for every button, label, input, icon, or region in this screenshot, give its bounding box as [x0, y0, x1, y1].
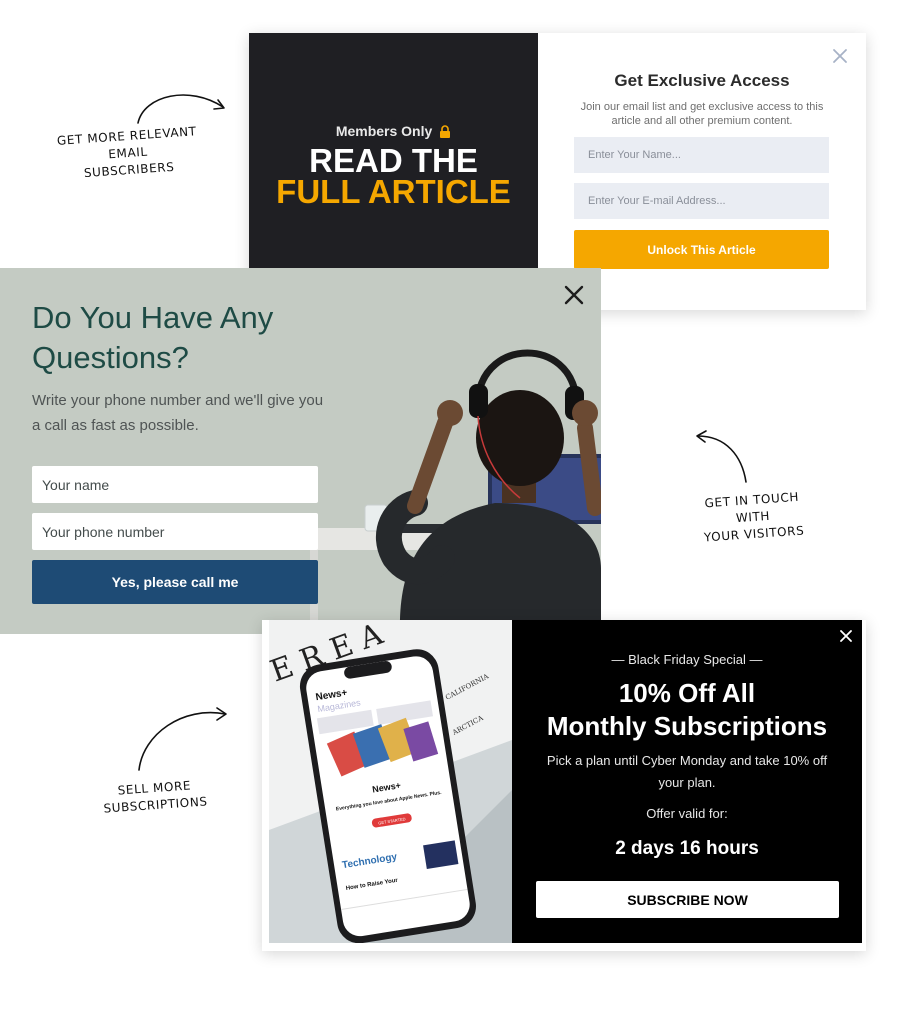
arrow-to-black-friday-popup-icon — [138, 707, 227, 771]
black-friday-panel: — Black Friday Special — 10% Off All Mon… — [512, 620, 862, 943]
phone-news-photo: E R E A CALIFORNIA ARCTICA News+ Magazin… — [269, 620, 512, 943]
offer-valid-label: Offer valid for: — [646, 806, 728, 821]
popup-title: Get Exclusive Access — [614, 71, 790, 90]
black-friday-kicker: — Black Friday Special — — [611, 652, 763, 667]
headline-full-article: FULL ARTICLE — [276, 173, 511, 210]
lock-icon — [440, 125, 451, 138]
subscribe-now-button[interactable]: SUBSCRIBE NOW — [536, 881, 839, 918]
phone-input[interactable] — [32, 513, 318, 550]
offer-headline-line2: Monthly Subscriptions — [546, 711, 828, 741]
annotation-get-in-touch: Get in touch with your visitors — [703, 489, 805, 545]
arrow-to-questions-popup-icon — [696, 430, 747, 483]
arrow-to-exclusive-popup-icon — [137, 94, 225, 124]
name-input[interactable] — [32, 466, 318, 503]
members-only-text: Members Only — [335, 123, 433, 139]
close-icon[interactable] — [563, 284, 585, 306]
countdown-timer: 2 days 16 hours — [615, 838, 759, 859]
offer-headline: 10% Off All Monthly Subscriptions — [512, 677, 862, 743]
close-icon[interactable] — [839, 629, 853, 643]
call-me-button[interactable]: Yes, please call me — [32, 560, 318, 604]
popup-title: Do You Have Any Questions? — [32, 300, 274, 375]
popup-subtitle: Join our email list and get exclusive ac… — [580, 101, 824, 127]
members-only-label: Members Only — [249, 123, 538, 139]
offer-headline-line1: 10% Off All — [618, 678, 756, 708]
email-input[interactable] — [574, 183, 829, 219]
name-input[interactable] — [574, 137, 829, 173]
popup-subtitle: Write your phone number and we'll give y… — [32, 392, 324, 434]
phone-mockup-illustration: E R E A CALIFORNIA ARCTICA News+ Magazin… — [269, 620, 512, 943]
black-friday-popup: E R E A CALIFORNIA ARCTICA News+ Magazin… — [262, 620, 866, 951]
offer-description: Pick a plan until Cyber Monday and take … — [546, 753, 828, 790]
annotation-sell-subscriptions: Sell more subscriptions — [103, 778, 209, 816]
unlock-article-button[interactable]: Unlock This Article — [574, 230, 829, 269]
close-icon[interactable] — [832, 48, 848, 64]
questions-popup: Do You Have Any Questions? Write your ph… — [0, 268, 601, 634]
annotation-email-subscribers: Get more relevant email subscribers — [56, 124, 198, 181]
